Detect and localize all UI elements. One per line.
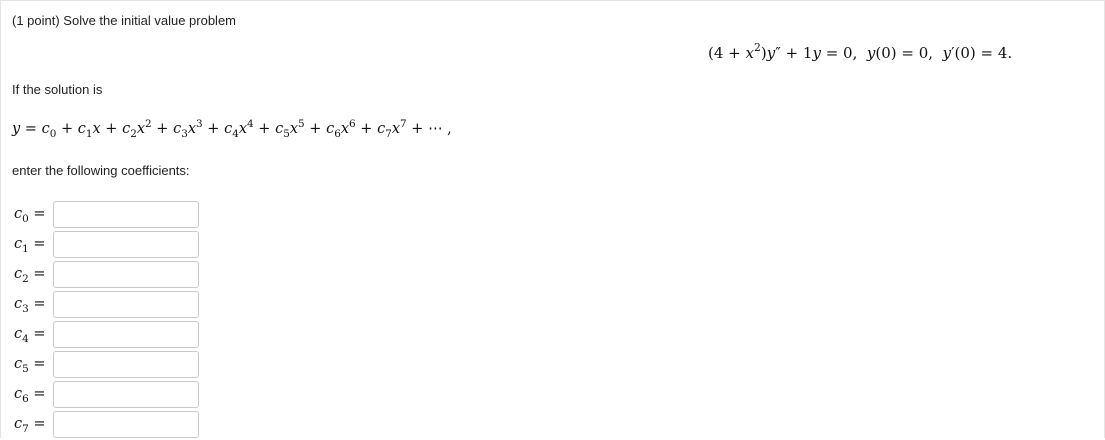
problem-header: (1 point) Solve the initial value proble… bbox=[12, 13, 237, 28]
c1-input[interactable] bbox=[53, 231, 199, 258]
coefficient-label: c7 = bbox=[14, 416, 46, 435]
coefficient-row-c1: c1 = bbox=[1, 230, 221, 260]
coefficient-label: c1 = bbox=[14, 236, 46, 255]
coefficient-label: c3 = bbox=[14, 296, 46, 315]
coefficient-label: c4 = bbox=[14, 326, 46, 345]
c7-input[interactable] bbox=[53, 411, 199, 438]
solution-intro: If the solution is bbox=[12, 82, 103, 97]
coefficient-label: c0 = bbox=[14, 206, 46, 225]
c0-input[interactable] bbox=[53, 201, 199, 228]
coefficient-row-c5: c5 = bbox=[1, 350, 221, 380]
series-expression: y = c0 + c1x + c2x2 + c3x3 + c4x4 + c5x5… bbox=[12, 117, 452, 140]
c5-input[interactable] bbox=[53, 351, 199, 378]
coefficient-row-c0: c0 = bbox=[1, 200, 221, 230]
c3-input[interactable] bbox=[53, 291, 199, 318]
coefficient-label: c2 = bbox=[14, 266, 46, 285]
coefficient-row-c3: c3 = bbox=[1, 290, 221, 320]
c4-input[interactable] bbox=[53, 321, 199, 348]
coefficient-list: c0 = c1 = c2 = c3 = c4 = c5 = c6 = c7 = bbox=[1, 200, 221, 440]
coefficient-row-c2: c2 = bbox=[1, 260, 221, 290]
problem-panel: (1 point) Solve the initial value proble… bbox=[0, 0, 1105, 438]
coefficient-label: c6 = bbox=[14, 386, 46, 405]
coefficient-row-c4: c4 = bbox=[1, 320, 221, 350]
ivp-equation: (4 + x2)y″ + 1y = 0, y(0) = 0, y′(0) = 4… bbox=[708, 41, 1013, 62]
c2-input[interactable] bbox=[53, 261, 199, 288]
c6-input[interactable] bbox=[53, 381, 199, 408]
coefficient-label: c5 = bbox=[14, 356, 46, 375]
coefficient-row-c7: c7 = bbox=[1, 410, 221, 440]
instructions: enter the following coefficients: bbox=[12, 163, 190, 178]
coefficient-row-c6: c6 = bbox=[1, 380, 221, 410]
